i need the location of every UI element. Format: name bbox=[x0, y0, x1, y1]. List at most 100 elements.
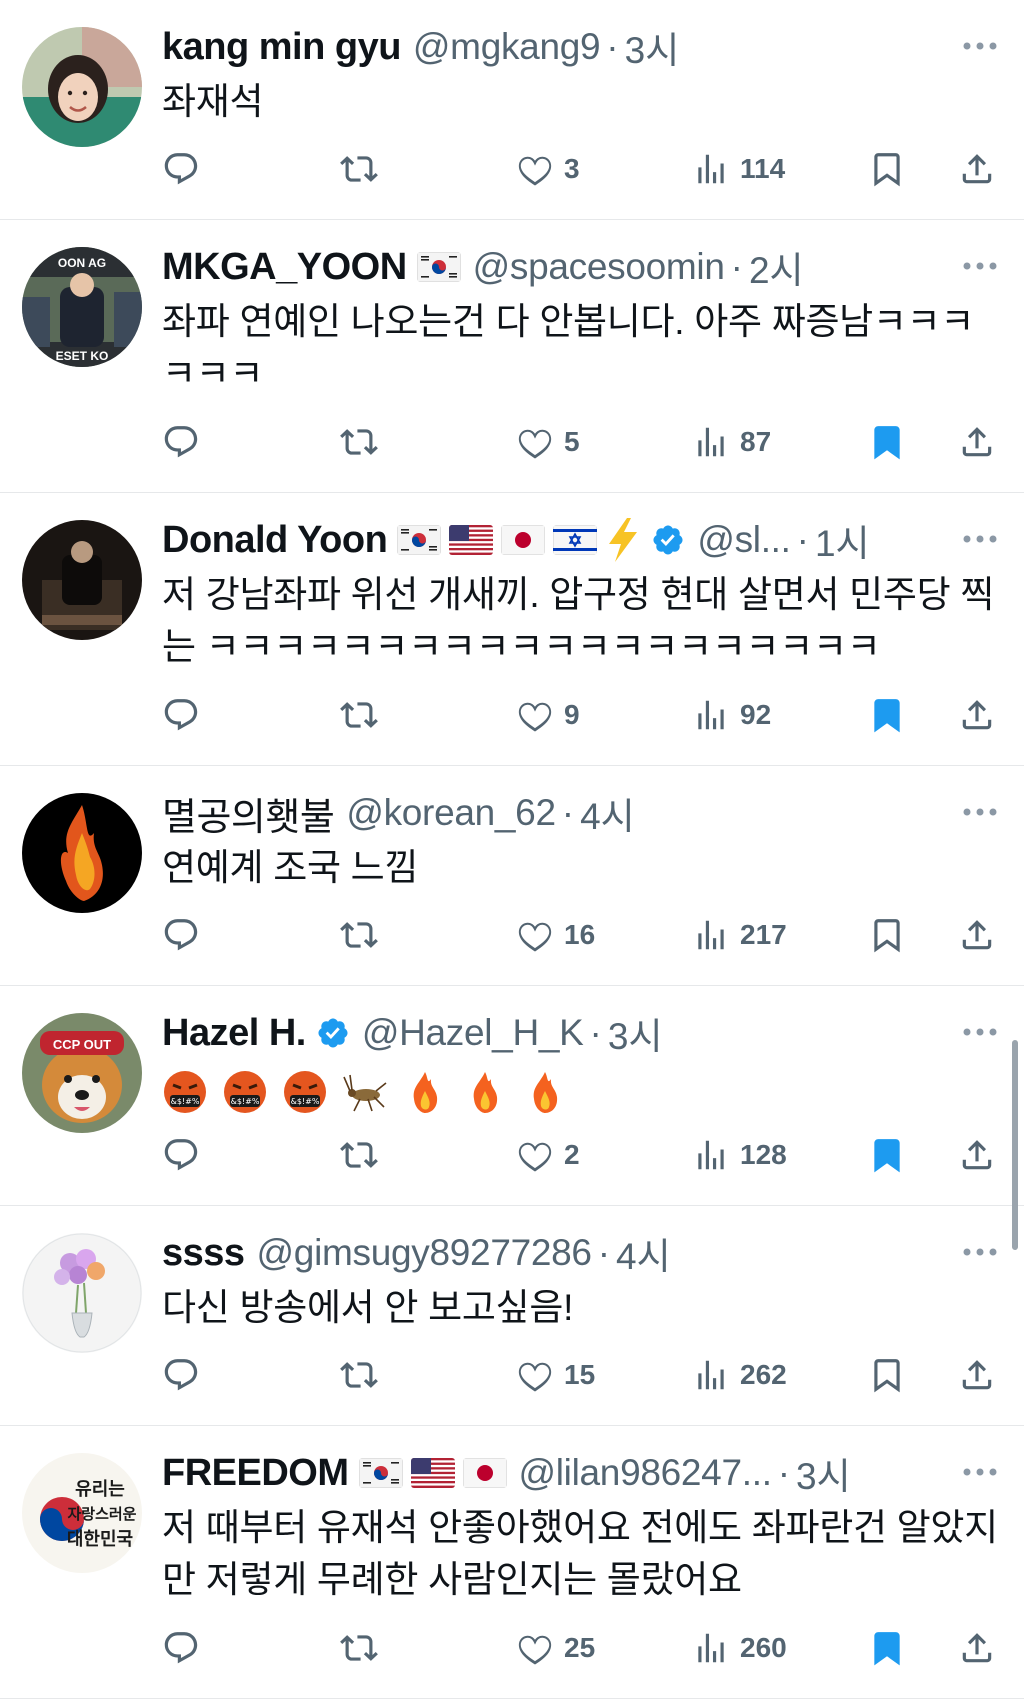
view-count: 262 bbox=[740, 1359, 787, 1390]
retweet-button[interactable] bbox=[340, 1133, 378, 1177]
timestamp[interactable]: 4시 bbox=[616, 1226, 671, 1280]
reply-button[interactable] bbox=[162, 1353, 200, 1397]
reply-button[interactable] bbox=[162, 913, 200, 957]
tweet[interactable]: OON AG ESET KO MKGA_YOON @spacesoomin · … bbox=[0, 220, 1024, 493]
retweet-button[interactable] bbox=[340, 420, 378, 464]
display-name[interactable]: ssss bbox=[162, 1232, 245, 1275]
display-name[interactable]: FREEDOM bbox=[162, 1452, 349, 1495]
views-button[interactable]: 92 bbox=[692, 693, 771, 737]
like-button[interactable]: 25 bbox=[516, 1626, 595, 1670]
timestamp[interactable]: 3시 bbox=[625, 20, 680, 74]
retweet-button[interactable] bbox=[340, 913, 378, 957]
retweet-button[interactable] bbox=[340, 1626, 378, 1670]
avatar[interactable]: CCP OUT bbox=[22, 1013, 142, 1133]
avatar[interactable]: 유리는 자랑스러운 대한민국 bbox=[22, 1453, 142, 1573]
svg-text:ESET KO: ESET KO bbox=[56, 349, 109, 363]
more-options-icon[interactable] bbox=[960, 792, 1000, 832]
timestamp[interactable]: 4시 bbox=[580, 786, 635, 840]
reply-icon bbox=[162, 1356, 200, 1394]
bookmark-outline-icon bbox=[868, 150, 906, 188]
timestamp[interactable]: 3시 bbox=[796, 1446, 851, 1500]
svg-text:&$!#%: &$!#% bbox=[171, 1097, 200, 1106]
bookmark-button[interactable] bbox=[868, 913, 906, 957]
bookmark-button[interactable] bbox=[868, 420, 906, 464]
reply-button[interactable] bbox=[162, 147, 200, 191]
more-options-icon[interactable] bbox=[960, 1452, 1000, 1492]
reply-button[interactable] bbox=[162, 693, 200, 737]
share-button[interactable] bbox=[958, 1133, 996, 1177]
more-options-icon[interactable] bbox=[960, 246, 1000, 286]
user-handle[interactable]: @Hazel_H_K bbox=[362, 1012, 584, 1054]
share-button[interactable] bbox=[958, 693, 996, 737]
share-button[interactable] bbox=[958, 913, 996, 957]
bookmark-button[interactable] bbox=[868, 1353, 906, 1397]
share-button[interactable] bbox=[958, 1353, 996, 1397]
timestamp[interactable]: 1시 bbox=[815, 513, 870, 567]
reply-button[interactable] bbox=[162, 1133, 200, 1177]
share-button[interactable] bbox=[958, 420, 996, 464]
reply-button[interactable] bbox=[162, 1626, 200, 1670]
tweet[interactable]: kang min gyu @mgkang9 · 3시 좌재석 3 114 bbox=[0, 0, 1024, 220]
user-handle[interactable]: @gimsugy89277286 bbox=[257, 1232, 592, 1274]
tweet[interactable]: 멸공의횃불 @korean_62 · 4시 연예계 조국 느낌 16 217 bbox=[0, 766, 1024, 986]
user-handle[interactable]: @lilan986247... bbox=[519, 1452, 772, 1494]
retweet-button[interactable] bbox=[340, 1353, 378, 1397]
views-button[interactable]: 114 bbox=[692, 147, 785, 191]
cursing-face-icon: &$!#% bbox=[282, 1069, 328, 1115]
display-name[interactable]: 멸공의횃불 bbox=[162, 786, 335, 841]
like-button[interactable]: 9 bbox=[516, 693, 580, 737]
user-handle[interactable]: @korean_62 bbox=[346, 792, 556, 834]
more-options-icon[interactable] bbox=[960, 26, 1000, 66]
display-name[interactable]: MKGA_YOON bbox=[162, 246, 407, 289]
views-button[interactable]: 87 bbox=[692, 420, 771, 464]
tweet[interactable]: CCP OUT Hazel H. @Hazel_H_K · 3시 &$!#% &… bbox=[0, 986, 1024, 1206]
view-count: 92 bbox=[740, 699, 772, 730]
like-button[interactable]: 5 bbox=[516, 420, 580, 464]
reply-button[interactable] bbox=[162, 420, 200, 464]
bookmark-button[interactable] bbox=[868, 693, 906, 737]
display-name[interactable]: kang min gyu bbox=[162, 26, 401, 69]
avatar[interactable]: OON AG ESET KO bbox=[22, 247, 142, 367]
tweet-text: 저 강남좌파 위선 개새끼. 압구정 현대 살면서 민주당 찍는 ㅋㅋㅋㅋㅋㅋㅋ… bbox=[162, 574, 995, 667]
avatar[interactable] bbox=[22, 520, 142, 640]
share-button[interactable] bbox=[958, 1626, 996, 1670]
like-button[interactable]: 3 bbox=[516, 147, 580, 191]
kr-flag-icon bbox=[397, 525, 442, 555]
avatar[interactable] bbox=[22, 1233, 142, 1353]
more-options-icon[interactable] bbox=[960, 519, 1000, 559]
jp-flag-icon bbox=[462, 1458, 507, 1488]
bookmark-button[interactable] bbox=[868, 1626, 906, 1670]
share-button[interactable] bbox=[958, 147, 996, 191]
views-button[interactable]: 217 bbox=[692, 913, 787, 957]
views-button[interactable]: 260 bbox=[692, 1626, 787, 1670]
timestamp[interactable]: 2시 bbox=[749, 240, 804, 294]
verified-badge-icon[interactable] bbox=[651, 523, 685, 557]
timestamp[interactable]: 3시 bbox=[608, 1006, 663, 1060]
share-icon bbox=[958, 916, 996, 954]
avatar[interactable] bbox=[22, 793, 142, 913]
display-name[interactable]: Donald Yoon bbox=[162, 519, 388, 562]
views-button[interactable]: 262 bbox=[692, 1353, 787, 1397]
bookmark-button[interactable] bbox=[868, 1133, 906, 1177]
retweet-button[interactable] bbox=[340, 693, 378, 737]
like-button[interactable]: 15 bbox=[516, 1353, 595, 1397]
bookmark-button[interactable] bbox=[868, 147, 906, 191]
more-options-icon[interactable] bbox=[960, 1232, 1000, 1272]
display-name[interactable]: Hazel H. bbox=[162, 1012, 306, 1055]
retweet-icon bbox=[340, 1136, 378, 1174]
like-button[interactable]: 2 bbox=[516, 1133, 580, 1177]
tweet[interactable]: Donald Yoon @sl... · 1시 저 강남좌파 위선 개새끼. 압… bbox=[0, 493, 1024, 766]
reply-icon bbox=[162, 1136, 200, 1174]
avatar[interactable] bbox=[22, 27, 142, 147]
like-button[interactable]: 16 bbox=[516, 913, 595, 957]
user-handle[interactable]: @mgkang9 bbox=[413, 26, 601, 68]
views-button[interactable]: 128 bbox=[692, 1133, 787, 1177]
user-handle[interactable]: @spacesoomin bbox=[473, 246, 725, 288]
tweet[interactable]: 유리는 자랑스러운 대한민국 FREEDOM @lilan986247... ·… bbox=[0, 1426, 1024, 1699]
retweet-button[interactable] bbox=[340, 147, 378, 191]
scrollbar[interactable] bbox=[1012, 1040, 1018, 1250]
verified-badge-icon[interactable] bbox=[316, 1016, 350, 1050]
tweet[interactable]: ssss @gimsugy89277286 · 4시 다신 방송에서 안 보고싶… bbox=[0, 1206, 1024, 1426]
more-options-icon[interactable] bbox=[960, 1012, 1000, 1052]
user-handle[interactable]: @sl... bbox=[697, 519, 791, 561]
